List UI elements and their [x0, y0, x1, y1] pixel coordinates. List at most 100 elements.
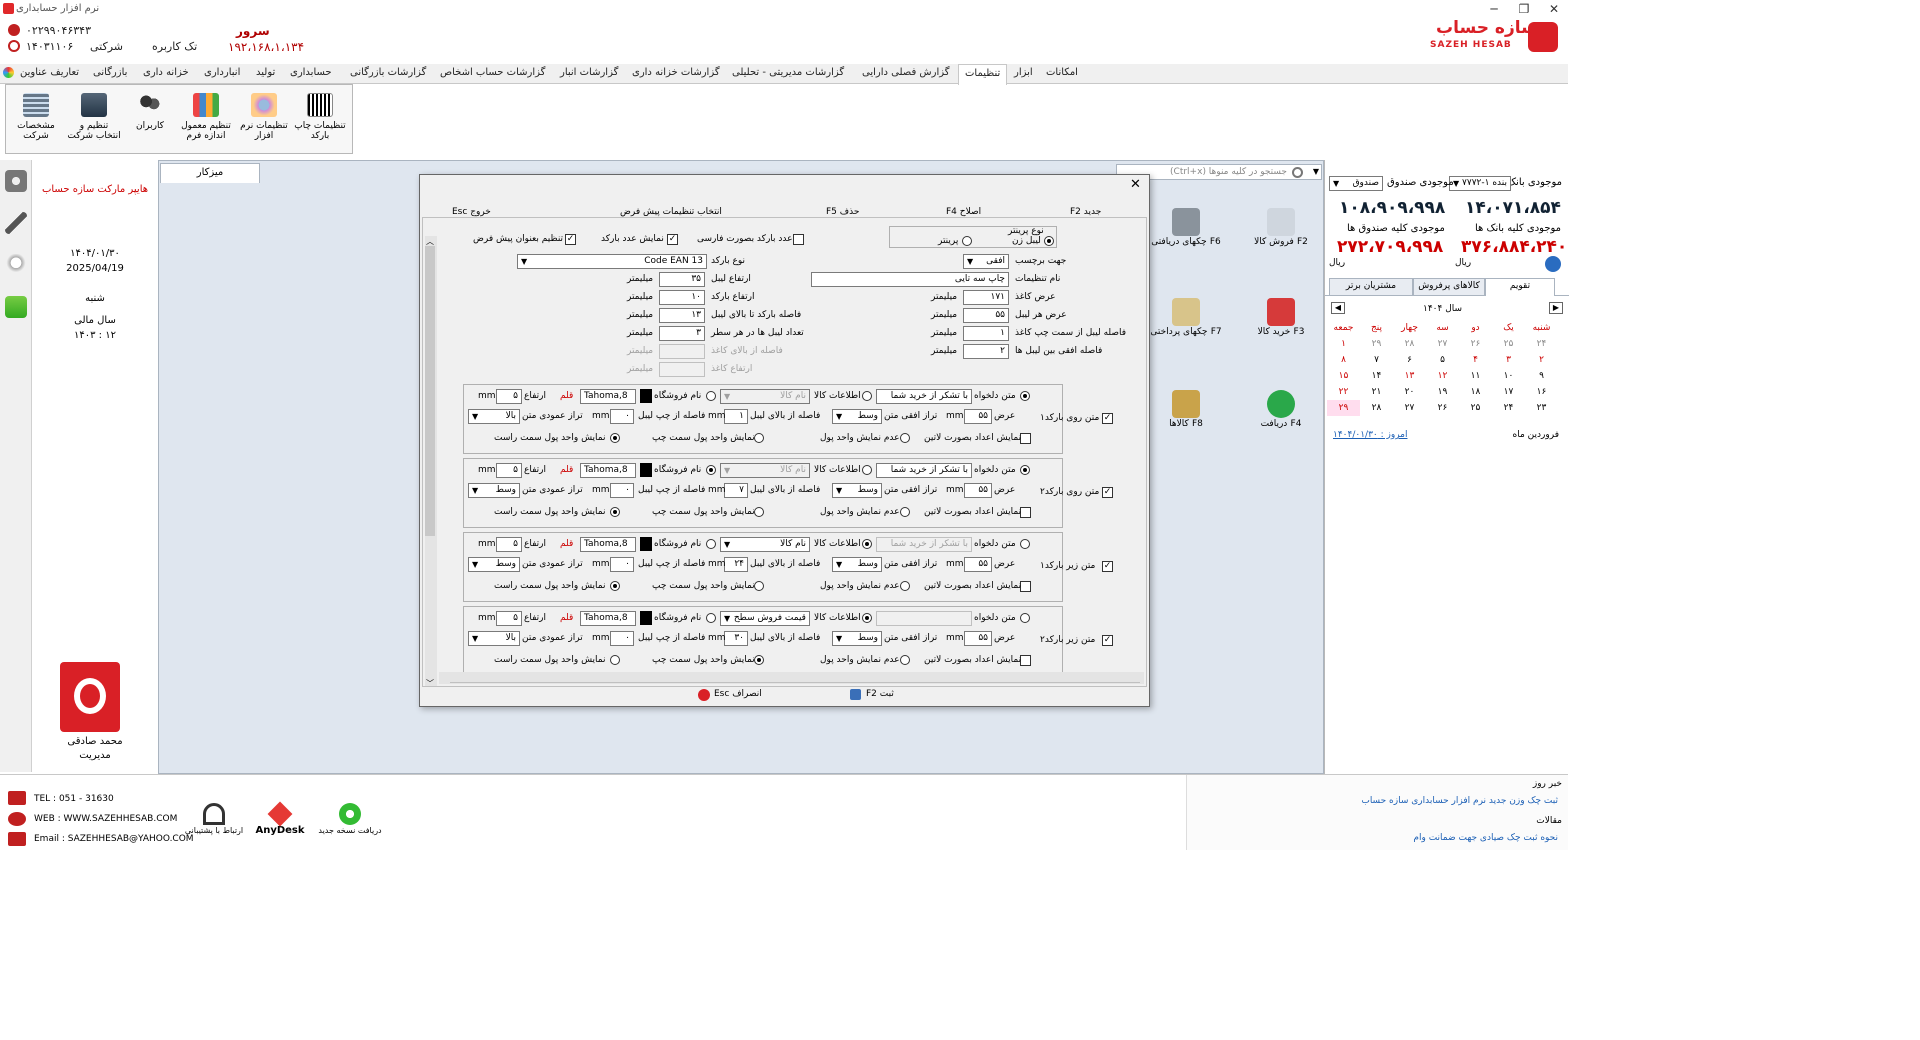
company-info-button[interactable]: مشخصات شرکت: [8, 93, 64, 151]
wrench-icon[interactable]: [5, 212, 27, 234]
refresh-icon[interactable]: [1545, 256, 1561, 272]
left-distance-input[interactable]: ۰: [610, 631, 634, 646]
calendar-day[interactable]: ۲: [1525, 352, 1558, 368]
color-swatch[interactable]: [640, 463, 652, 477]
left-distance-input[interactable]: ۰: [610, 409, 634, 424]
goods-info-radio[interactable]: [862, 613, 872, 623]
calendar-day[interactable]: ۱۴: [1360, 368, 1393, 384]
label-printer-radio[interactable]: [1044, 236, 1054, 246]
close-dialog-button[interactable]: ✕: [1130, 177, 1141, 192]
calendar-day[interactable]: ۱۹: [1426, 384, 1459, 400]
unit-left-radio[interactable]: [754, 655, 764, 665]
height-input[interactable]: ۵: [496, 537, 522, 552]
calendar-day[interactable]: ۲۷: [1393, 400, 1426, 416]
paper-top-input[interactable]: [659, 344, 705, 359]
calendar-day[interactable]: ۱۸: [1459, 384, 1492, 400]
calendar-day[interactable]: ۲۷: [1426, 336, 1459, 352]
width-input[interactable]: ۵۵: [964, 631, 992, 646]
calendar-day[interactable]: ۴: [1459, 352, 1492, 368]
halign-select[interactable]: وسط ▼: [832, 557, 882, 572]
exit-button[interactable]: خروج Esc: [452, 207, 491, 217]
cancel-button[interactable]: انصراف Esc: [714, 689, 762, 699]
goods-info-radio[interactable]: [862, 391, 872, 401]
calendar-day[interactable]: ۵: [1426, 352, 1459, 368]
tab-desk[interactable]: میزکار: [160, 163, 260, 183]
calendar-day[interactable]: ۳: [1492, 352, 1525, 368]
calendar-day[interactable]: ۲۶: [1459, 336, 1492, 352]
font-input[interactable]: Tahoma,8: [580, 389, 636, 404]
valign-select[interactable]: بالا ▼: [468, 631, 520, 646]
group-enable-checkbox[interactable]: ✓: [1102, 413, 1113, 424]
anydesk-button[interactable]: AnyDesk: [254, 801, 306, 847]
menu-tools[interactable]: ابزار: [1014, 67, 1033, 78]
users-button[interactable]: کاربران: [122, 93, 178, 151]
unit-left-radio[interactable]: [754, 433, 764, 443]
shortcut-purchase[interactable]: خرید کالا F3: [1246, 298, 1316, 358]
barcode-print-settings-button[interactable]: تنظیمات چاپ بارکد: [292, 93, 348, 151]
latin-digits-checkbox[interactable]: [1020, 581, 1031, 592]
menu-production[interactable]: تولید: [256, 67, 275, 78]
calendar-day[interactable]: ۲۶: [1426, 400, 1459, 416]
no-unit-radio[interactable]: [900, 581, 910, 591]
calendar-day[interactable]: ۹: [1525, 368, 1558, 384]
article-item[interactable]: نحوه ثبت چک صیادی جهت ضمانت وام: [1413, 833, 1558, 843]
vertical-scrollbar[interactable]: [425, 236, 437, 686]
printer-radio[interactable]: [962, 236, 972, 246]
goods-field-select[interactable]: نام کالا ▼: [720, 537, 810, 552]
menu-facilities[interactable]: امکانات: [1046, 67, 1078, 78]
calendar-day[interactable]: ۲۹: [1360, 336, 1393, 352]
menu-treasury[interactable]: خزانه داری: [143, 67, 189, 78]
footer-web[interactable]: WEB : WWW.SAZEHHESAB.COM: [34, 814, 177, 824]
settings-name-input[interactable]: چاپ سه تایی: [811, 272, 1009, 287]
footer-email[interactable]: Email : SAZEHHESAB@YAHOO.COM: [34, 834, 194, 844]
shortcut-paid-checks[interactable]: چکهای پرداختی F7: [1150, 298, 1222, 358]
barcode-height-input[interactable]: ۱۰: [659, 290, 705, 305]
tab-calendar[interactable]: تقویم: [1485, 278, 1555, 296]
menu-warehouse[interactable]: انبارداری: [204, 67, 240, 78]
menu-persons-reports[interactable]: گزارشات حساب اشخاص: [440, 67, 545, 78]
next-month-button[interactable]: ▶: [1549, 302, 1563, 314]
lightbulb-icon[interactable]: [5, 254, 27, 276]
unit-right-radio[interactable]: [610, 507, 620, 517]
no-unit-radio[interactable]: [900, 507, 910, 517]
menu-accounting[interactable]: حسابداری: [290, 67, 332, 78]
unit-right-radio[interactable]: [610, 433, 620, 443]
today-link[interactable]: امروز : ۱۴۰۴/۰۱/۳۰: [1333, 430, 1407, 440]
calendar-day[interactable]: ۱۳: [1393, 368, 1426, 384]
calendar-day[interactable]: ۲۳: [1525, 400, 1558, 416]
store-name-radio[interactable]: [706, 465, 716, 475]
persian-digits-checkbox[interactable]: [793, 234, 804, 245]
custom-text-input[interactable]: با تشکر از خرید شما: [876, 389, 972, 404]
calendar-day[interactable]: ۲۴: [1492, 400, 1525, 416]
top-distance-input[interactable]: ۲۴: [724, 557, 748, 572]
labels-per-row-input[interactable]: ۳: [659, 326, 705, 341]
width-input[interactable]: ۵۵: [964, 557, 992, 572]
support-button[interactable]: ارتباط با پشتیبانی: [184, 803, 244, 847]
group-enable-checkbox[interactable]: ✓: [1102, 635, 1113, 646]
color-swatch[interactable]: [640, 389, 652, 403]
calendar-day[interactable]: ۱: [1327, 336, 1360, 352]
store-name-radio[interactable]: [706, 391, 716, 401]
delete-button[interactable]: حذف F5: [826, 207, 859, 217]
shortcut-sales[interactable]: فروش کالا F2: [1246, 208, 1316, 268]
new-button[interactable]: جدید F2: [1070, 207, 1101, 217]
theme-icon[interactable]: [3, 67, 14, 78]
goods-info-radio[interactable]: [862, 539, 872, 549]
custom-text-input[interactable]: با تشکر از خرید شما: [876, 537, 972, 552]
calendar-day[interactable]: ۲۸: [1393, 336, 1426, 352]
gear-icon[interactable]: [5, 170, 27, 192]
width-input[interactable]: ۵۵: [964, 409, 992, 424]
no-unit-radio[interactable]: [900, 655, 910, 665]
unit-right-radio[interactable]: [610, 581, 620, 591]
left-distance-input[interactable]: ۰: [610, 557, 634, 572]
calendar-day[interactable]: ۱۵: [1327, 368, 1360, 384]
color-swatch[interactable]: [640, 537, 652, 551]
font-input[interactable]: Tahoma,8: [580, 537, 636, 552]
custom-text-radio[interactable]: [1020, 539, 1030, 549]
valign-select[interactable]: بالا ▼: [468, 409, 520, 424]
height-input[interactable]: ۵: [496, 389, 522, 404]
software-settings-button[interactable]: تنظیمات نرم افزار: [236, 93, 292, 151]
user-avatar[interactable]: [60, 662, 120, 732]
calendar-day[interactable]: ۲۱: [1360, 384, 1393, 400]
prev-month-button[interactable]: ◀: [1331, 302, 1345, 314]
